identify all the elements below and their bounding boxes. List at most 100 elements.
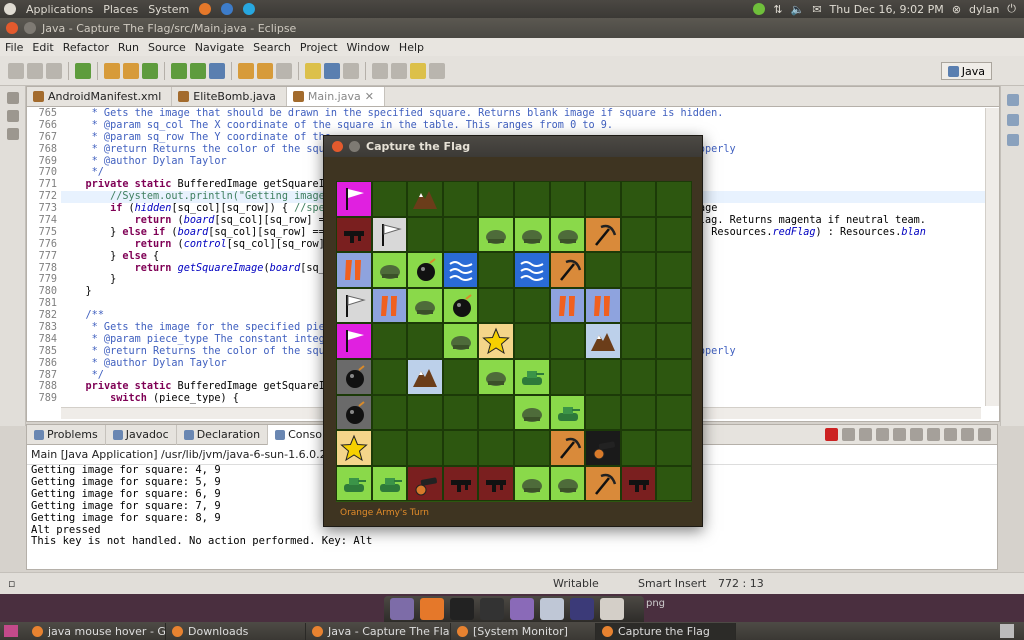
- network-icon[interactable]: ⇅: [773, 3, 782, 16]
- board-square-star[interactable]: [478, 323, 514, 359]
- run-icon[interactable]: [190, 62, 206, 79]
- toggle-mark-occurrences-icon[interactable]: [305, 62, 321, 79]
- tab-javadoc[interactable]: Javadoc: [106, 424, 177, 445]
- board-square-helm[interactable]: [549, 216, 586, 253]
- android-sdk-icon[interactable]: [75, 62, 91, 79]
- board-square-empty[interactable]: [656, 216, 692, 253]
- board-square-helm[interactable]: [407, 287, 443, 324]
- board-square-empty[interactable]: [371, 323, 408, 359]
- board-square-empty[interactable]: [620, 359, 657, 395]
- mail-indicator-icon[interactable]: ✉: [812, 3, 821, 16]
- board-square-empty[interactable]: [620, 323, 657, 359]
- board-square-empty[interactable]: [656, 430, 692, 466]
- board-square-cannon[interactable]: [407, 465, 443, 502]
- board-square-empty[interactable]: [478, 394, 514, 431]
- board-square-empty[interactable]: [514, 181, 550, 217]
- tab-androidmanifest[interactable]: AndroidManifest.xml: [27, 87, 173, 106]
- menu-project[interactable]: Project: [300, 41, 338, 54]
- board-square-gun[interactable]: [336, 216, 372, 253]
- system-menu[interactable]: System: [148, 3, 189, 16]
- board-square-empty[interactable]: [656, 287, 692, 324]
- board-square-empty[interactable]: [585, 252, 621, 288]
- board-square-helm[interactable]: [514, 394, 550, 431]
- firefox-dock-icon[interactable]: [420, 598, 444, 620]
- java-dock-icon[interactable]: [600, 598, 624, 620]
- minimize-window-button[interactable]: [349, 141, 360, 152]
- board-square-empty[interactable]: [620, 394, 657, 431]
- board-square-empty[interactable]: [371, 430, 408, 466]
- minimize-panel-icon[interactable]: [961, 428, 974, 441]
- new-java-project-icon[interactable]: [104, 62, 120, 79]
- menu-help[interactable]: Help: [399, 41, 424, 54]
- clear-console-icon[interactable]: [876, 428, 889, 441]
- board-square-empty[interactable]: [656, 394, 692, 431]
- board-square-empty[interactable]: [442, 359, 479, 395]
- open-console-icon[interactable]: [944, 428, 957, 441]
- pin-console-icon[interactable]: [910, 428, 923, 441]
- board-square-mflag[interactable]: [336, 181, 372, 217]
- help-launcher-icon[interactable]: [221, 3, 234, 15]
- terminate-icon[interactable]: [825, 428, 838, 441]
- board-square-pick[interactable]: [549, 252, 586, 288]
- board-square-empty[interactable]: [656, 181, 692, 217]
- board-square-empty[interactable]: [442, 430, 479, 466]
- package-explorer-icon[interactable]: [7, 110, 19, 122]
- clock[interactable]: Thu Dec 16, 9:02 PM: [830, 3, 944, 16]
- board-square-empty[interactable]: [478, 252, 514, 288]
- firefox-launcher-icon[interactable]: [199, 3, 212, 15]
- board-square-empty[interactable]: [549, 181, 586, 217]
- board-square-tank[interactable]: [371, 465, 408, 502]
- close-tab-icon[interactable]: ✕: [365, 90, 374, 103]
- maximize-panel-icon[interactable]: [978, 428, 991, 441]
- user-icon[interactable]: ⊗: [952, 3, 961, 16]
- volume-icon[interactable]: 🔈: [791, 3, 805, 16]
- board-square-empty[interactable]: [478, 287, 514, 324]
- board-square-helm[interactable]: [514, 216, 550, 253]
- scroll-lock-icon[interactable]: [893, 428, 906, 441]
- ubuntu-logo-icon[interactable]: [4, 3, 16, 15]
- task-downloads[interactable]: Downloads: [166, 622, 306, 640]
- board-square-helm[interactable]: [442, 323, 479, 359]
- board-square-helm[interactable]: [549, 465, 586, 502]
- board-square-empty[interactable]: [442, 394, 479, 431]
- board-square-cannon[interactable]: [585, 430, 621, 466]
- board-square-flip[interactable]: [585, 287, 621, 324]
- board-square-helm[interactable]: [371, 252, 408, 288]
- board-square-empty[interactable]: [514, 287, 550, 324]
- debug-icon[interactable]: [171, 62, 187, 79]
- external-tools-icon[interactable]: [209, 62, 225, 79]
- menu-window[interactable]: Window: [347, 41, 390, 54]
- tab-elitebomb[interactable]: EliteBomb.java: [172, 87, 287, 106]
- board-square-empty[interactable]: [620, 216, 657, 253]
- board-square-bomb[interactable]: [407, 252, 443, 288]
- board-square-bomb[interactable]: [336, 394, 372, 431]
- task-list-icon[interactable]: [1007, 134, 1019, 146]
- board-square-empty[interactable]: [585, 359, 621, 395]
- tab-declaration[interactable]: Declaration: [177, 424, 269, 445]
- board-square-empty[interactable]: [585, 394, 621, 431]
- board-square-tank[interactable]: [336, 465, 372, 502]
- back-icon[interactable]: [410, 62, 426, 79]
- board-square-pick[interactable]: [585, 465, 621, 502]
- board-square-star[interactable]: [336, 430, 372, 466]
- board-square-empty[interactable]: [656, 323, 692, 359]
- board-square-empty[interactable]: [371, 181, 408, 217]
- board-square-empty[interactable]: [371, 359, 408, 395]
- board-square-empty[interactable]: [478, 430, 514, 466]
- outline-icon[interactable]: [1007, 114, 1019, 126]
- pidgin-dock-icon[interactable]: [510, 598, 534, 620]
- board-square-flip[interactable]: [549, 287, 586, 324]
- menu-refactor[interactable]: Refactor: [63, 41, 109, 54]
- board-square-empty[interactable]: [478, 181, 514, 217]
- board-square-gun[interactable]: [620, 465, 657, 502]
- board-square-helm[interactable]: [514, 465, 550, 502]
- board-square-empty[interactable]: [514, 323, 550, 359]
- board-square-empty[interactable]: [656, 252, 692, 288]
- menu-file[interactable]: File: [5, 41, 23, 54]
- board-square-gun[interactable]: [478, 465, 514, 502]
- perspective-java-button[interactable]: Java: [940, 62, 992, 80]
- board-square-mflag[interactable]: [336, 323, 372, 359]
- board-square-empty[interactable]: [514, 430, 550, 466]
- board-square-mtn[interactable]: [585, 323, 621, 359]
- open-task-icon[interactable]: [257, 62, 273, 79]
